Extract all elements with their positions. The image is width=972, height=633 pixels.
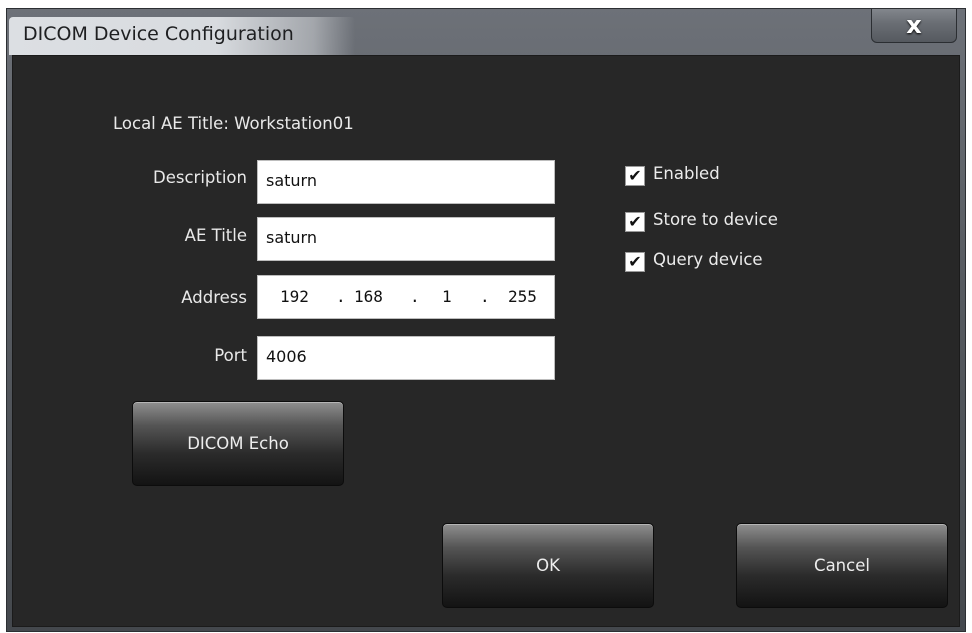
- ip-octet-2[interactable]: 168: [354, 287, 383, 306]
- description-label: Description: [153, 168, 247, 187]
- checkmark-icon: ✔: [628, 252, 642, 271]
- query-device-label: Query device: [653, 250, 763, 269]
- dialog-window: DICOM Device Configuration x Local AE Ti…: [6, 8, 966, 632]
- address-label: Address: [181, 288, 247, 307]
- dicom-echo-button[interactable]: DICOM Echo: [132, 401, 344, 486]
- ip-octet-4[interactable]: 255: [508, 287, 537, 306]
- port-input[interactable]: 4006: [257, 336, 555, 380]
- store-to-device-label: Store to device: [653, 210, 778, 229]
- local-ae-title-label: Local AE Title: Workstation01: [113, 114, 354, 133]
- description-input[interactable]: saturn: [257, 160, 555, 204]
- close-button[interactable]: x: [871, 9, 957, 43]
- ip-separator: .: [480, 287, 490, 306]
- ok-button[interactable]: OK: [442, 523, 654, 608]
- window-title: DICOM Device Configuration: [23, 23, 294, 45]
- ip-octet-3[interactable]: 1: [442, 287, 452, 306]
- checkmark-icon: ✔: [628, 166, 642, 185]
- ip-octet-1[interactable]: 192: [280, 287, 309, 306]
- enabled-checkbox[interactable]: ✔: [625, 166, 645, 186]
- ae-title-input[interactable]: saturn: [257, 217, 555, 261]
- checkmark-icon: ✔: [628, 212, 642, 231]
- close-icon: x: [906, 11, 922, 39]
- title-bar[interactable]: DICOM Device Configuration x: [7, 9, 965, 55]
- query-device-checkbox[interactable]: ✔: [625, 252, 645, 272]
- ip-separator: .: [410, 287, 420, 306]
- dialog-content: Local AE Title: Workstation01 Descriptio…: [12, 55, 960, 627]
- port-label: Port: [214, 346, 247, 365]
- cancel-button[interactable]: Cancel: [736, 523, 948, 608]
- ip-address-input[interactable]: 192 . 168 . 1 . 255: [257, 275, 555, 319]
- ip-separator: .: [336, 287, 346, 306]
- store-to-device-checkbox[interactable]: ✔: [625, 212, 645, 232]
- ae-title-label: AE Title: [184, 226, 247, 245]
- enabled-label: Enabled: [653, 164, 720, 183]
